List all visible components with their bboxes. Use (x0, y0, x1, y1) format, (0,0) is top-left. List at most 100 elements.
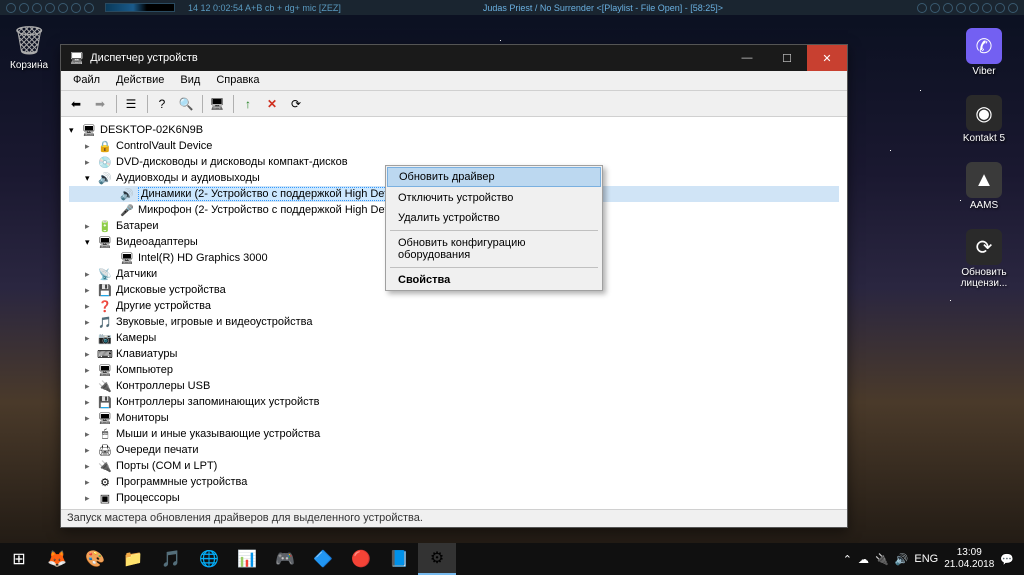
wa-btn[interactable] (58, 3, 68, 13)
clock-date: 21.04.2018 (944, 559, 994, 571)
device-icon: 🔋 (97, 219, 113, 233)
taskbar-app[interactable]: 🔴 (342, 543, 380, 575)
wa-btn[interactable] (84, 3, 94, 13)
tray-notifications-icon[interactable]: 💬 (1000, 553, 1014, 566)
tree-item[interactable]: ▾🖥DESKTOP-02K6N9B (69, 122, 839, 138)
start-button[interactable]: ⊞ (0, 543, 38, 575)
device-icon: 📷 (97, 331, 113, 345)
uninstall-icon[interactable]: ✕ (261, 93, 283, 115)
taskbar: ⊞ 🦊🎨📁🎵🌐📊🎮🔷🔴📘⚙ ⌃ ☁ 🔌 🔊 ENG 13:09 21.04.20… (0, 543, 1024, 575)
wa-btn[interactable] (32, 3, 42, 13)
scan-icon[interactable]: 🖥 (206, 93, 228, 115)
clock[interactable]: 13:09 21.04.2018 (944, 547, 994, 571)
tray-volume-icon[interactable]: 🔊 (895, 553, 909, 566)
show-tree-icon[interactable]: ☰ (120, 93, 142, 115)
close-button[interactable]: ✕ (807, 45, 847, 71)
menu-item[interactable]: Вид (172, 71, 208, 90)
wa-btn[interactable] (1008, 3, 1018, 13)
search-icon[interactable]: 🔍 (175, 93, 197, 115)
tree-item[interactable]: ▸📷Камеры (69, 330, 839, 346)
tray-power-icon[interactable]: 🔌 (875, 553, 889, 566)
wa-btn[interactable] (943, 3, 953, 13)
taskbar-app[interactable]: 🎨 (76, 543, 114, 575)
device-icon: 🖥 (97, 411, 113, 425)
toolbar: ⬅ ➡ ☰ ? 🔍 🖥 ↑ ✕ ⟳ (61, 91, 847, 117)
tree-item[interactable]: ▸🔒ControlVault Device (69, 138, 839, 154)
device-icon: 💾 (97, 283, 113, 297)
context-menu-item[interactable]: Обновить конфигурацию оборудования (386, 233, 602, 265)
tree-item[interactable]: ▸💾Контроллеры запоминающих устройств (69, 394, 839, 410)
tray-cloud-icon[interactable]: ☁ (858, 553, 869, 566)
device-icon: ⚙ (97, 475, 113, 489)
wa-btn[interactable] (969, 3, 979, 13)
tree-item[interactable]: ▸🔌Контроллеры USB (69, 378, 839, 394)
device-icon: 🔌 (97, 459, 113, 473)
wa-btn[interactable] (19, 3, 29, 13)
device-icon: 🖥 (97, 235, 113, 249)
tree-item[interactable]: ▸▣Процессоры (69, 490, 839, 506)
menu-item[interactable]: Действие (108, 71, 172, 90)
taskbar-app[interactable]: 🔷 (304, 543, 342, 575)
taskbar-app[interactable]: 📁 (114, 543, 152, 575)
tree-item[interactable]: ▸🖱Мыши и иные указывающие устройства (69, 426, 839, 442)
wa-btn[interactable] (995, 3, 1005, 13)
nav-fwd-icon[interactable]: ➡ (89, 93, 111, 115)
wa-btn[interactable] (45, 3, 55, 13)
wa-btn[interactable] (917, 3, 927, 13)
device-icon: 💿 (97, 155, 113, 169)
status-bar: Запуск мастера обновления драйверов для … (61, 509, 847, 527)
taskbar-app[interactable]: ⚙ (418, 543, 456, 575)
menu-item[interactable]: Справка (208, 71, 267, 90)
enable-icon[interactable]: ↑ (237, 93, 259, 115)
desktop-icon[interactable]: ⟳Обновить лицензи... (954, 229, 1014, 289)
minimize-button[interactable]: — (727, 45, 767, 71)
context-menu-item[interactable]: Отключить устройство (386, 188, 602, 208)
tree-item[interactable]: ▸🖥Мониторы (69, 410, 839, 426)
wa-btn[interactable] (956, 3, 966, 13)
tree-item[interactable]: ▸🎵Звуковые, игровые и видеоустройства (69, 314, 839, 330)
device-icon: 🖨 (97, 443, 113, 457)
wa-btn[interactable] (71, 3, 81, 13)
taskbar-app[interactable]: 🎮 (266, 543, 304, 575)
context-menu-item[interactable]: Удалить устройство (386, 208, 602, 228)
taskbar-app[interactable]: 🦊 (38, 543, 76, 575)
tree-item[interactable]: ▸🌐Сетевые адаптеры (69, 506, 839, 507)
device-icon: 🔌 (97, 379, 113, 393)
tree-item[interactable]: ▸🖨Очереди печати (69, 442, 839, 458)
recycle-label: Корзина (10, 60, 48, 71)
desktop-icon[interactable]: ✆Viber (954, 28, 1014, 77)
taskbar-app[interactable]: 📊 (228, 543, 266, 575)
tray-up-icon[interactable]: ⌃ (843, 553, 852, 566)
help-icon[interactable]: ? (151, 93, 173, 115)
update-icon[interactable]: ⟳ (285, 93, 307, 115)
desktop-icon[interactable]: ◉Kontakt 5 (954, 95, 1014, 144)
tray-lang[interactable]: ENG (914, 553, 938, 565)
menu-item[interactable]: Файл (65, 71, 108, 90)
tree-item[interactable]: ▸⚙Программные устройства (69, 474, 839, 490)
context-menu-item[interactable]: Свойства (386, 270, 602, 290)
device-icon: 🎤 (119, 203, 135, 217)
desktop-recycle-bin[interactable]: 🗑 Корзина (10, 22, 48, 71)
device-icon: ⌨ (97, 347, 113, 361)
context-menu-item[interactable]: Обновить драйвер (387, 167, 601, 187)
tree-item[interactable]: ▸🖥Компьютер (69, 362, 839, 378)
device-icon: 🖥 (81, 123, 97, 137)
clock-time: 13:09 (944, 547, 994, 559)
wa-btn[interactable] (6, 3, 16, 13)
nav-back-icon[interactable]: ⬅ (65, 93, 87, 115)
wa-btn[interactable] (982, 3, 992, 13)
device-icon: 🔊 (97, 171, 113, 185)
taskbar-app[interactable]: 🌐 (190, 543, 228, 575)
device-icon: 🎵 (97, 315, 113, 329)
wa-track-info: 14 12 0:02:54 A+B cb + dg+ mic [ZEZ] (188, 3, 341, 13)
wa-btn[interactable] (930, 3, 940, 13)
taskbar-app[interactable]: 🎵 (152, 543, 190, 575)
device-icon: 💾 (97, 395, 113, 409)
tree-item[interactable]: ▸❓Другие устройства (69, 298, 839, 314)
tree-item[interactable]: ▸⌨Клавиатуры (69, 346, 839, 362)
taskbar-app[interactable]: 📘 (380, 543, 418, 575)
desktop-icon[interactable]: ▲AAMS (954, 162, 1014, 211)
maximize-button[interactable]: ☐ (767, 45, 807, 71)
device-icon: ▣ (97, 491, 113, 505)
tree-item[interactable]: ▸🔌Порты (COM и LPT) (69, 458, 839, 474)
